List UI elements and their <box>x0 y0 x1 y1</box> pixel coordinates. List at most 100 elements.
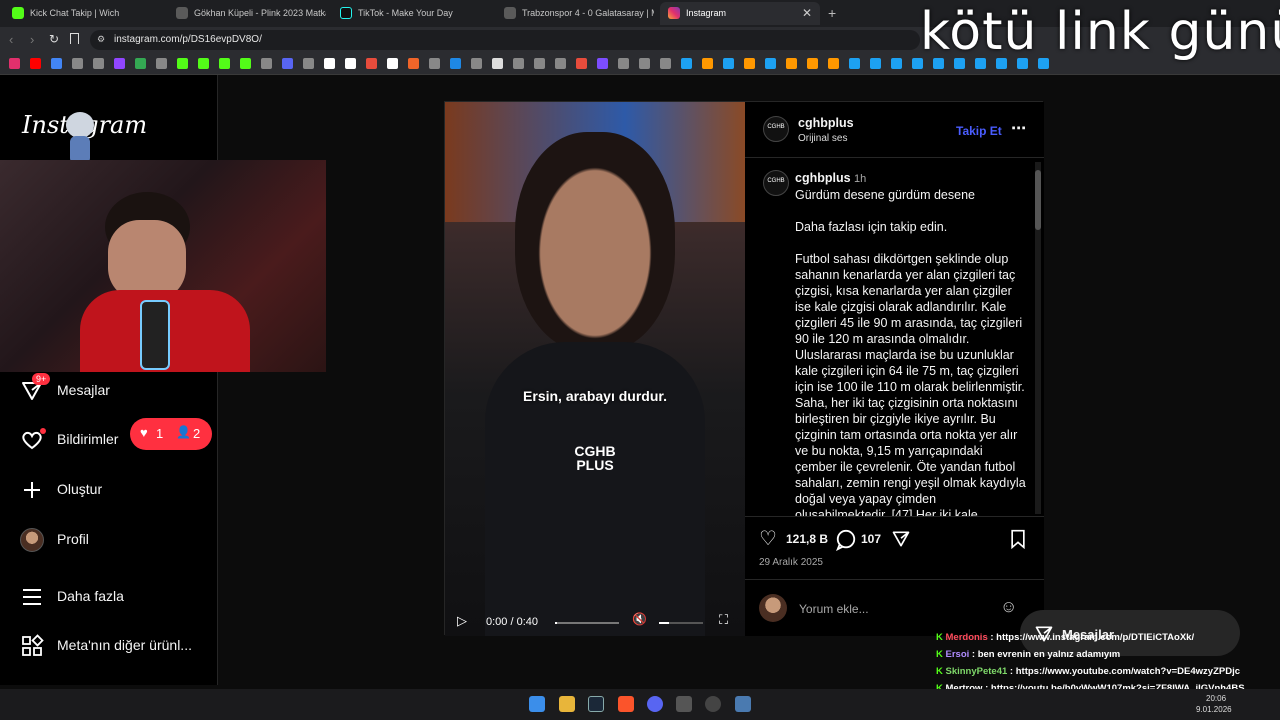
tab-tiktok[interactable]: TikTok - Make Your Day <box>332 2 490 25</box>
share-icon[interactable] <box>891 529 911 549</box>
likes-count[interactable]: 121,8 B <box>786 532 828 546</box>
bookmark-icon[interactable] <box>156 58 167 69</box>
close-tab-icon[interactable]: ✕ <box>802 6 812 20</box>
chat-username[interactable]: Ersoi <box>946 649 970 660</box>
settings-icon[interactable] <box>735 696 751 712</box>
discord-icon[interactable] <box>647 696 663 712</box>
volume-slider[interactable] <box>659 622 703 624</box>
bookmark-icon[interactable] <box>408 58 419 69</box>
tab-plink[interactable]: Gökhan Küpeli - Plink 2023 Matkapsı <box>168 2 326 25</box>
new-tab-icon[interactable]: + <box>828 5 836 21</box>
url-field[interactable]: ⚙ instagram.com/p/DS16evpDV8O/ <box>90 30 920 50</box>
streamer-face <box>108 220 186 300</box>
site-settings-icon[interactable]: ⚙ <box>97 34 105 45</box>
bookmark-icon[interactable] <box>744 58 755 69</box>
caption-avatar[interactable]: CGHB <box>763 170 789 196</box>
kick-icon: K <box>936 666 946 677</box>
author-avatar[interactable]: CGHB <box>763 116 789 142</box>
save-icon[interactable] <box>1009 529 1027 549</box>
brave-icon[interactable] <box>618 696 634 712</box>
bookmark-icon[interactable] <box>114 58 125 69</box>
bookmark-icon[interactable] <box>70 33 79 44</box>
comment-icon[interactable] <box>835 529 857 551</box>
tab-trabzonspor[interactable]: Trabzonspor 4 - 0 Galatasaray | Maç <box>496 2 654 25</box>
mute-icon[interactable]: 🔇 <box>632 612 647 626</box>
bookmark-icon[interactable] <box>324 58 335 69</box>
post-date[interactable]: 29 Aralık 2025 <box>759 557 823 568</box>
caption-username[interactable]: cghbplus <box>795 171 851 185</box>
start-icon[interactable] <box>529 696 545 712</box>
more-options-icon[interactable]: ⋯ <box>1011 119 1026 137</box>
bookmark-icon[interactable] <box>450 58 461 69</box>
bookmark-icon[interactable] <box>240 58 251 69</box>
bookmark-icon[interactable] <box>576 58 587 69</box>
bookmark-icon[interactable] <box>135 58 146 69</box>
bookmark-icon[interactable] <box>345 58 356 69</box>
back-icon[interactable]: ‹ <box>9 32 13 47</box>
likes-count: 1 <box>156 426 164 441</box>
play-icon[interactable]: ▷ <box>457 613 467 629</box>
bookmark-icon[interactable] <box>51 58 62 69</box>
bookmark-icon[interactable] <box>702 58 713 69</box>
bookmark-icon[interactable] <box>618 58 629 69</box>
fullscreen-icon[interactable]: ⛶ <box>719 612 728 628</box>
divider <box>745 579 1044 580</box>
bookmark-icon[interactable] <box>366 58 377 69</box>
bookmark-icon[interactable] <box>660 58 671 69</box>
bookmark-icon[interactable] <box>429 58 440 69</box>
video-body <box>485 342 705 636</box>
bookmark-icon[interactable] <box>765 58 776 69</box>
bookmark-icon[interactable] <box>534 58 545 69</box>
author-username[interactable]: cghbplus <box>798 116 854 130</box>
stream-overlay-title: kötü link günü <box>920 2 1280 62</box>
emoji-icon[interactable]: ☺ <box>1000 597 1017 617</box>
bookmark-icon[interactable] <box>513 58 524 69</box>
bookmark-icon[interactable] <box>471 58 482 69</box>
comment-input[interactable]: Yorum ekle... <box>799 602 869 616</box>
folder-icon[interactable] <box>559 696 575 712</box>
bookmark-icon[interactable] <box>639 58 650 69</box>
notification-pill[interactable]: ♥ 1 👤 2 <box>130 418 212 450</box>
bookmark-icon[interactable] <box>177 58 188 69</box>
clock-time[interactable]: 20:06 <box>1206 694 1226 703</box>
bookmark-icon[interactable] <box>387 58 398 69</box>
audio-label[interactable]: Orijinal ses <box>798 133 847 144</box>
tab-instagram[interactable]: Instagram ✕ <box>660 2 820 25</box>
bookmark-icon[interactable] <box>870 58 881 69</box>
bookmark-icon[interactable] <box>93 58 104 69</box>
bookmark-icon[interactable] <box>681 58 692 69</box>
steam-icon[interactable] <box>588 696 604 712</box>
tab-kick-chat[interactable]: Kick Chat Takip | Wich <box>4 2 162 25</box>
bookmark-icon[interactable] <box>597 58 608 69</box>
bookmark-icon[interactable] <box>198 58 209 69</box>
chat-username[interactable]: Merdonis <box>946 632 988 643</box>
follow-button[interactable]: Takip Et <box>956 124 1002 138</box>
obs-icon[interactable] <box>705 696 721 712</box>
bookmark-icon[interactable] <box>261 58 272 69</box>
bookmark-icon[interactable] <box>282 58 293 69</box>
bookmark-icon[interactable] <box>9 58 20 69</box>
bookmark-icon[interactable] <box>786 58 797 69</box>
chat-username[interactable]: SkinnyPete41 <box>946 666 1008 677</box>
bookmark-icon[interactable] <box>723 58 734 69</box>
video-player[interactable]: Ersin, arabayı durdur. CGHB PLUS ▷ 0:00 … <box>445 102 745 636</box>
reload-icon[interactable]: ↻ <box>49 32 59 46</box>
bookmark-icon[interactable] <box>555 58 566 69</box>
clock-date[interactable]: 9.01.2026 <box>1196 705 1232 714</box>
bookmark-icon[interactable] <box>72 58 83 69</box>
bookmark-icon[interactable] <box>219 58 230 69</box>
like-icon[interactable]: ♡ <box>759 526 777 551</box>
forward-icon[interactable]: › <box>30 32 34 47</box>
bookmark-icon[interactable] <box>849 58 860 69</box>
caption-scrollbar[interactable] <box>1035 162 1041 514</box>
progress-bar[interactable] <box>555 622 619 624</box>
kick-icon: K <box>936 632 946 643</box>
bookmark-icon[interactable] <box>30 58 41 69</box>
bookmark-icon[interactable] <box>807 58 818 69</box>
bookmark-icon[interactable] <box>891 58 902 69</box>
bookmark-icon[interactable] <box>303 58 314 69</box>
bookmark-icon[interactable] <box>828 58 839 69</box>
app-icon[interactable] <box>676 696 692 712</box>
bookmark-icon[interactable] <box>492 58 503 69</box>
comments-count[interactable]: 107 <box>861 532 881 546</box>
